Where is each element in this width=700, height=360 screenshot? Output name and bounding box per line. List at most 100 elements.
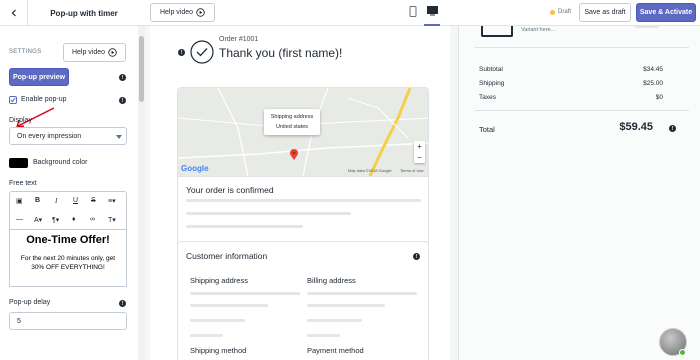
placeholder-line	[307, 292, 417, 295]
settings-section-label: SETTINGS	[9, 49, 42, 55]
sidebar-help-video-button[interactable]: Help video	[63, 43, 126, 62]
display-select[interactable]: On every impression	[9, 127, 127, 145]
total-value: $59.45	[619, 121, 653, 133]
map-terms-link[interactable]: Terms of Use	[400, 168, 424, 173]
info-icon: !	[119, 300, 126, 307]
desktop-view-button[interactable]	[424, 4, 440, 26]
taxes-label: Taxes	[479, 94, 496, 101]
subtotal-label: Subtotal	[479, 66, 503, 73]
shipping-value: $25.00	[643, 80, 663, 87]
play-icon	[196, 8, 205, 17]
text-format-icon[interactable]: T▾	[108, 216, 116, 224]
play-icon	[108, 48, 117, 57]
strikethrough-icon[interactable]: S	[91, 197, 96, 204]
product-price-placeholder	[635, 26, 659, 28]
order-number: Order #1001	[219, 36, 259, 43]
settings-sidebar: SETTINGS Help video Pop-up preview ! Ena…	[0, 26, 145, 360]
shipping-address-label: Shipping address	[190, 276, 248, 285]
free-text-editor[interactable]: One-Time Offer! For the next 20 minutes …	[9, 229, 127, 287]
back-button[interactable]	[0, 0, 28, 26]
divider	[475, 47, 689, 48]
tablet-view-button[interactable]	[409, 6, 417, 19]
order-status-card: Shipping address United states + − Googl…	[177, 87, 429, 257]
placeholder-line	[307, 304, 385, 307]
placeholder-line	[190, 319, 245, 322]
background-color-swatch[interactable]	[9, 158, 28, 168]
placeholder-line	[190, 334, 223, 337]
product-variant: Variant here...	[521, 27, 556, 33]
enable-popup-label: Enable pop-up	[21, 96, 67, 103]
drop-icon[interactable]: ♦	[72, 216, 76, 223]
customer-info-card: Customer information ! Shipping address …	[177, 241, 429, 360]
link-icon[interactable]: ∞	[90, 216, 95, 223]
zoom-in-icon[interactable]: +	[414, 141, 425, 152]
desktop-icon	[426, 6, 438, 16]
subtotal-value: $34.45	[643, 66, 663, 73]
info-icon: !	[669, 125, 676, 132]
display-select-value: On every impression	[17, 133, 82, 140]
check-circle-icon	[190, 40, 214, 64]
sidebar-help-video-label: Help video	[71, 49, 106, 56]
enable-popup-checkbox[interactable]	[9, 96, 17, 104]
draft-dot-icon	[550, 9, 555, 15]
save-activate-button[interactable]: Save & Activate	[636, 3, 696, 22]
google-logo: Google	[181, 164, 209, 173]
image-icon[interactable]: ▣	[16, 197, 23, 205]
help-video-button[interactable]: Help video	[150, 3, 215, 22]
placeholder-line	[186, 212, 351, 215]
top-bar: Pop-up with timer Help video Draft Save …	[0, 0, 700, 26]
total-label: Total	[479, 125, 495, 134]
map-tooltip-title: Shipping address	[270, 114, 314, 120]
map-tooltip-country: United states	[275, 124, 309, 130]
free-text-label: Free text	[9, 180, 37, 187]
info-icon: !	[413, 253, 420, 260]
thank-you-preview: ! Order #1001 Thank you (first name)! Sh…	[150, 26, 450, 360]
popup-delay-input[interactable]: 5	[9, 312, 127, 330]
paragraph-icon[interactable]: ¶▾	[52, 216, 59, 224]
editor-body: For the next 20 minutes only, get 30% OF…	[20, 255, 116, 271]
placeholder-line	[190, 292, 300, 295]
thank-you-heading: Thank you (first name)!	[219, 46, 343, 60]
map-tooltip: Shipping address United states	[264, 109, 320, 135]
popup-delay-label: Pop-up delay	[9, 299, 51, 306]
taxes-value: $0	[655, 94, 663, 101]
billing-address-label: Billing address	[307, 276, 356, 285]
save-draft-button[interactable]: Save as draft	[579, 3, 631, 22]
draft-status-badge: Draft	[550, 9, 571, 15]
align-icon[interactable]: ≡▾	[108, 197, 116, 205]
font-color-icon[interactable]: A▾	[34, 216, 42, 224]
placeholder-line	[190, 304, 268, 307]
editor-toolbar: ▣ B I U S ≡▾ — A▾ ¶▾ ♦ ∞ T▾	[9, 191, 127, 229]
draft-status-text: Draft	[558, 9, 572, 15]
background-color-label: Background color	[33, 159, 88, 166]
placeholder-line	[186, 199, 421, 202]
product-thumbnail	[481, 26, 513, 37]
popup-preview-button[interactable]: Pop-up preview	[9, 68, 69, 86]
divider	[475, 110, 689, 111]
bold-icon[interactable]: B	[35, 197, 40, 204]
map-zoom-controls[interactable]: + −	[414, 141, 425, 163]
shipping-method-label: Shipping method	[190, 346, 247, 355]
info-icon: !	[119, 97, 126, 104]
order-confirmed-title: Your order is confirmed	[186, 185, 274, 195]
display-label: Display	[9, 117, 32, 124]
editor-heading: One-Time Offer!	[26, 234, 110, 246]
placeholder-line	[307, 334, 340, 337]
zoom-out-icon[interactable]: −	[414, 152, 425, 163]
divider	[178, 176, 428, 177]
tablet-icon	[409, 6, 417, 17]
page-title: Pop-up with timer	[50, 8, 118, 18]
italic-icon[interactable]: I	[55, 197, 57, 205]
underline-icon[interactable]: U	[73, 197, 78, 204]
placeholder-line	[307, 319, 362, 322]
checkmark-icon	[10, 97, 16, 103]
shipping-label: Shipping	[479, 80, 505, 87]
online-status-icon	[679, 349, 686, 356]
help-video-label: Help video	[159, 9, 194, 16]
placeholder-line	[186, 225, 303, 228]
horizontal-rule-icon[interactable]: —	[16, 216, 23, 223]
order-summary-panel: Variant here... Subtotal $34.45 Shipping…	[458, 26, 700, 360]
payment-method-label: Payment method	[307, 346, 364, 355]
sidebar-scroll-thumb[interactable]	[139, 36, 144, 102]
info-icon: !	[119, 74, 126, 81]
